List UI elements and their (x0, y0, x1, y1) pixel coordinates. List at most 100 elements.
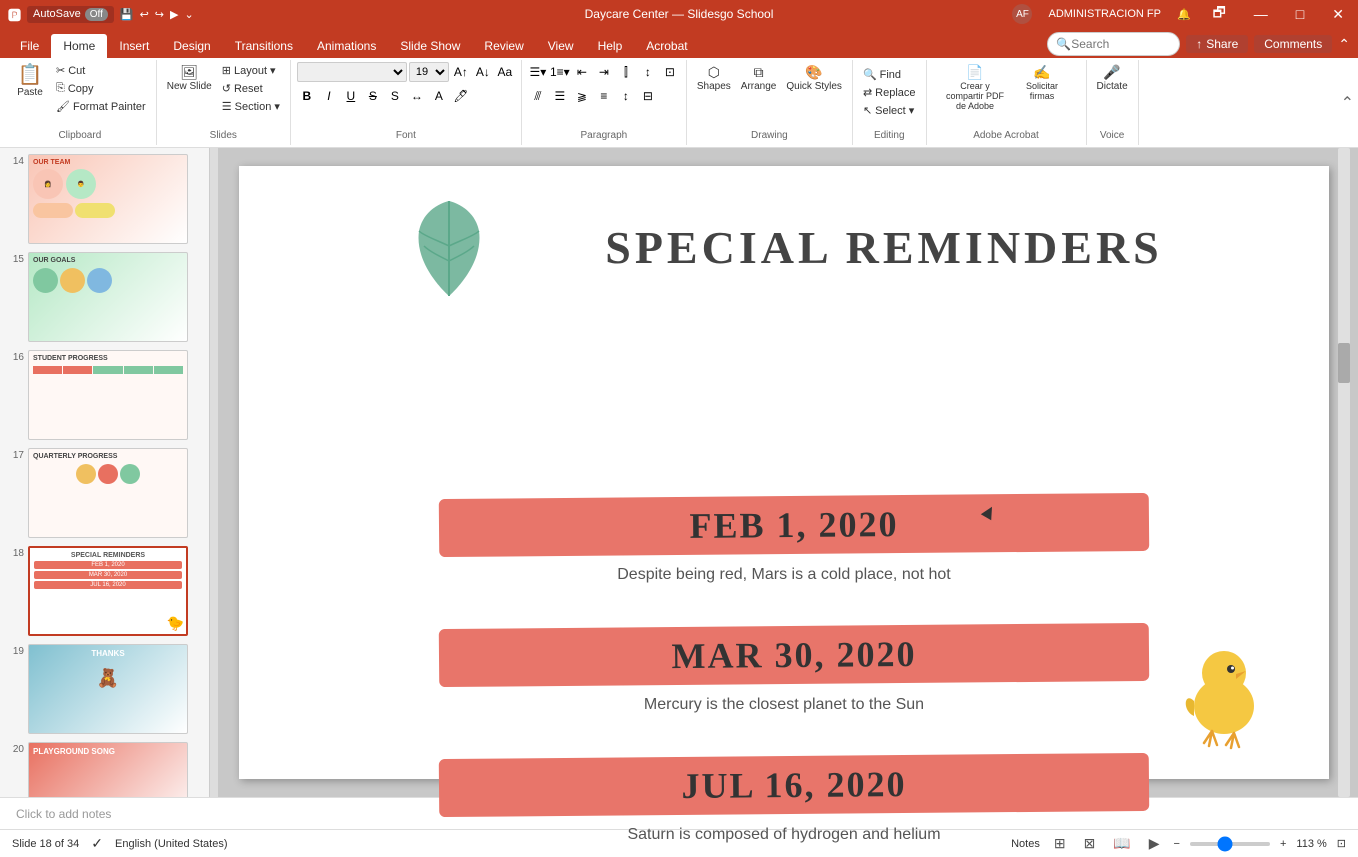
request-signatures-button[interactable]: ✍ Solicitar firmas (1012, 62, 1072, 104)
quick-styles-icon: 🎨 (805, 65, 822, 79)
align-left-button[interactable]: ⫻ (528, 86, 548, 106)
drawing-group-content: ⬡ Shapes ⧉ Arrange 🎨 Quick Styles (693, 62, 846, 130)
decrease-indent-button[interactable]: ⇤ (572, 62, 592, 82)
customize-icon[interactable]: ⌄ (184, 8, 193, 21)
notification-icon[interactable]: 🔔 (1177, 8, 1191, 21)
undo-icon[interactable]: ↩ (140, 8, 149, 21)
tab-transitions[interactable]: Transitions (223, 34, 305, 58)
autosave-button[interactable]: AutoSave Off (27, 6, 114, 23)
collapse-ribbon-icon[interactable]: ⌃ (1338, 36, 1350, 53)
columns-button[interactable]: ⫿ (616, 62, 636, 82)
align-center-button[interactable]: ☰ (550, 86, 570, 106)
justify-button[interactable]: ≡ (594, 86, 614, 106)
save-icon[interactable]: 💾 (120, 8, 134, 21)
search-input[interactable] (1071, 37, 1171, 51)
ribbon-tabs: File Home Insert Design Transitions Anim… (0, 28, 1358, 58)
decrease-font-button[interactable]: A↓ (473, 62, 493, 82)
font-name-select[interactable] (297, 62, 407, 82)
present-icon[interactable]: ▶ (170, 8, 178, 21)
arrange-button[interactable]: ⧉ Arrange (737, 62, 781, 95)
paste-button[interactable]: 📋 Paste (10, 62, 50, 101)
strikethrough-button[interactable]: S (363, 86, 383, 106)
shadow-button[interactable]: S (385, 86, 405, 106)
tab-animations[interactable]: Animations (305, 34, 388, 58)
desc-1: Despite being red, Mars is a cold place,… (239, 566, 1329, 584)
font-group: 19 A↑ A↓ Aa B I U S S ↔ A 🖊 Font (291, 60, 522, 145)
section-button[interactable]: ☰ Section ▾ (218, 98, 284, 115)
clipboard-group: 📋 Paste ✂ Cut ⎘ Copy 🖌 Format Painter Cl… (4, 60, 157, 145)
new-slide-button[interactable]: 🖼 New Slide (163, 62, 216, 95)
tab-home[interactable]: Home (51, 34, 107, 58)
tab-review[interactable]: Review (472, 34, 535, 58)
slide-thumb-14[interactable]: 14 OUR TEAM 👩 👨 (4, 152, 205, 246)
minimize-icon[interactable]: — (1248, 6, 1274, 22)
redo-icon[interactable]: ↪ (155, 8, 164, 21)
slide-image-20: PLAYGROUND SONG (28, 742, 188, 797)
close-icon[interactable]: ✕ (1326, 6, 1350, 23)
collapse-arrow[interactable]: ⌃ (1341, 60, 1354, 145)
select-button[interactable]: ↖ Select ▾ (859, 102, 920, 119)
section-icon: ☰ (222, 100, 232, 113)
slide-canvas: SPECIAL REMINDERS FEB 1, 2020 Despite be… (239, 166, 1329, 779)
scroll-bar[interactable] (1338, 148, 1350, 797)
align-right-button[interactable]: ⫺ (572, 86, 592, 106)
dictate-button[interactable]: 🎤 Dictate (1093, 62, 1132, 95)
replace-button[interactable]: ⇄ Replace (859, 84, 920, 101)
cut-button[interactable]: ✂ Cut (52, 62, 150, 79)
restore-icon[interactable]: 🗗 (1207, 2, 1232, 26)
slide-thumb-18[interactable]: 18 SPECIAL REMINDERS FEB 1, 2020 MAR 30,… (4, 544, 205, 638)
slide-thumb-16[interactable]: 16 STUDENT PROGRESS (4, 348, 205, 442)
format-painter-button[interactable]: 🖌 Format Painter (52, 98, 150, 115)
slide-thumb-20[interactable]: 20 PLAYGROUND SONG (4, 740, 205, 797)
fit-slide-button[interactable]: ⊡ (1337, 837, 1346, 850)
chick-illustration (1174, 631, 1274, 754)
comments-button[interactable]: Comments (1254, 35, 1332, 53)
quick-styles-button[interactable]: 🎨 Quick Styles (782, 62, 846, 95)
tab-file[interactable]: File (8, 34, 51, 58)
tab-view[interactable]: View (536, 34, 586, 58)
share-button[interactable]: ↑Share (1186, 35, 1248, 53)
create-pdf-button[interactable]: 📄 Crear y compartir PDF de Adobe (940, 62, 1010, 114)
tab-acrobat[interactable]: Acrobat (634, 34, 699, 58)
slide-thumb-19[interactable]: 19 THANKS 🧸 (4, 642, 205, 736)
font-color-button[interactable]: A (429, 86, 449, 106)
find-button[interactable]: 🔍 Find (859, 66, 920, 83)
increase-indent-button[interactable]: ⇥ (594, 62, 614, 82)
clipboard-small-btns: ✂ Cut ⎘ Copy 🖌 Format Painter (52, 62, 150, 115)
numbered-list-button[interactable]: 1≡▾ (550, 62, 570, 82)
line-spacing-button[interactable]: ↕ (616, 86, 636, 106)
cursor-indicator (983, 506, 999, 522)
date-banner-1: FEB 1, 2020 (439, 493, 1149, 557)
slide-thumb-17[interactable]: 17 QUARTERLY PROGRESS (4, 446, 205, 540)
underline-button[interactable]: U (341, 86, 361, 106)
shapes-button[interactable]: ⬡ Shapes (693, 62, 735, 95)
text-direction-button[interactable]: ↕ (638, 62, 658, 82)
smart-art-button[interactable]: ⊡ (660, 62, 680, 82)
font-size-select[interactable]: 19 (409, 62, 449, 82)
paragraph-group: ☰▾ 1≡▾ ⇤ ⇥ ⫿ ↕ ⊡ ⫻ ☰ ⫺ ≡ ↕ ⊟ Paragraph (522, 60, 687, 145)
slide-thumb-15[interactable]: 15 OUR GOALS (4, 250, 205, 344)
tab-design[interactable]: Design (161, 34, 222, 58)
highlight-button[interactable]: 🖊 (451, 86, 471, 106)
tab-help[interactable]: Help (586, 34, 635, 58)
layout-button[interactable]: ⊞ Layout ▾ (218, 62, 284, 79)
bold-button[interactable]: B (297, 86, 317, 106)
tab-insert[interactable]: Insert (107, 34, 161, 58)
title-bar-right: AF ADMINISTRACION FP 🔔 🗗 — □ ✕ (1012, 2, 1350, 26)
italic-button[interactable]: I (319, 86, 339, 106)
shapes-icon: ⬡ (708, 65, 720, 79)
reset-button[interactable]: ↺ Reset (218, 80, 284, 97)
clipboard-group-content: 📋 Paste ✂ Cut ⎘ Copy 🖌 Format Painter (10, 62, 150, 130)
copy-button[interactable]: ⎘ Copy (52, 80, 150, 97)
tab-slideshow[interactable]: Slide Show (388, 34, 472, 58)
maximize-icon[interactable]: □ (1290, 6, 1310, 22)
increase-font-button[interactable]: A↑ (451, 62, 471, 82)
columns2-button[interactable]: ⊟ (638, 86, 658, 106)
bullet-list-button[interactable]: ☰▾ (528, 62, 548, 82)
clear-format-button[interactable]: Aa (495, 62, 515, 82)
spacing-button[interactable]: ↔ (407, 86, 427, 106)
app-logo: 🅿 (8, 5, 21, 24)
title-bar-left: 🅿 AutoSave Off 💾 ↩ ↪ ▶ ⌄ (8, 5, 194, 24)
select-icon: ↖ (863, 104, 872, 117)
user-initials: AF (1012, 4, 1032, 24)
